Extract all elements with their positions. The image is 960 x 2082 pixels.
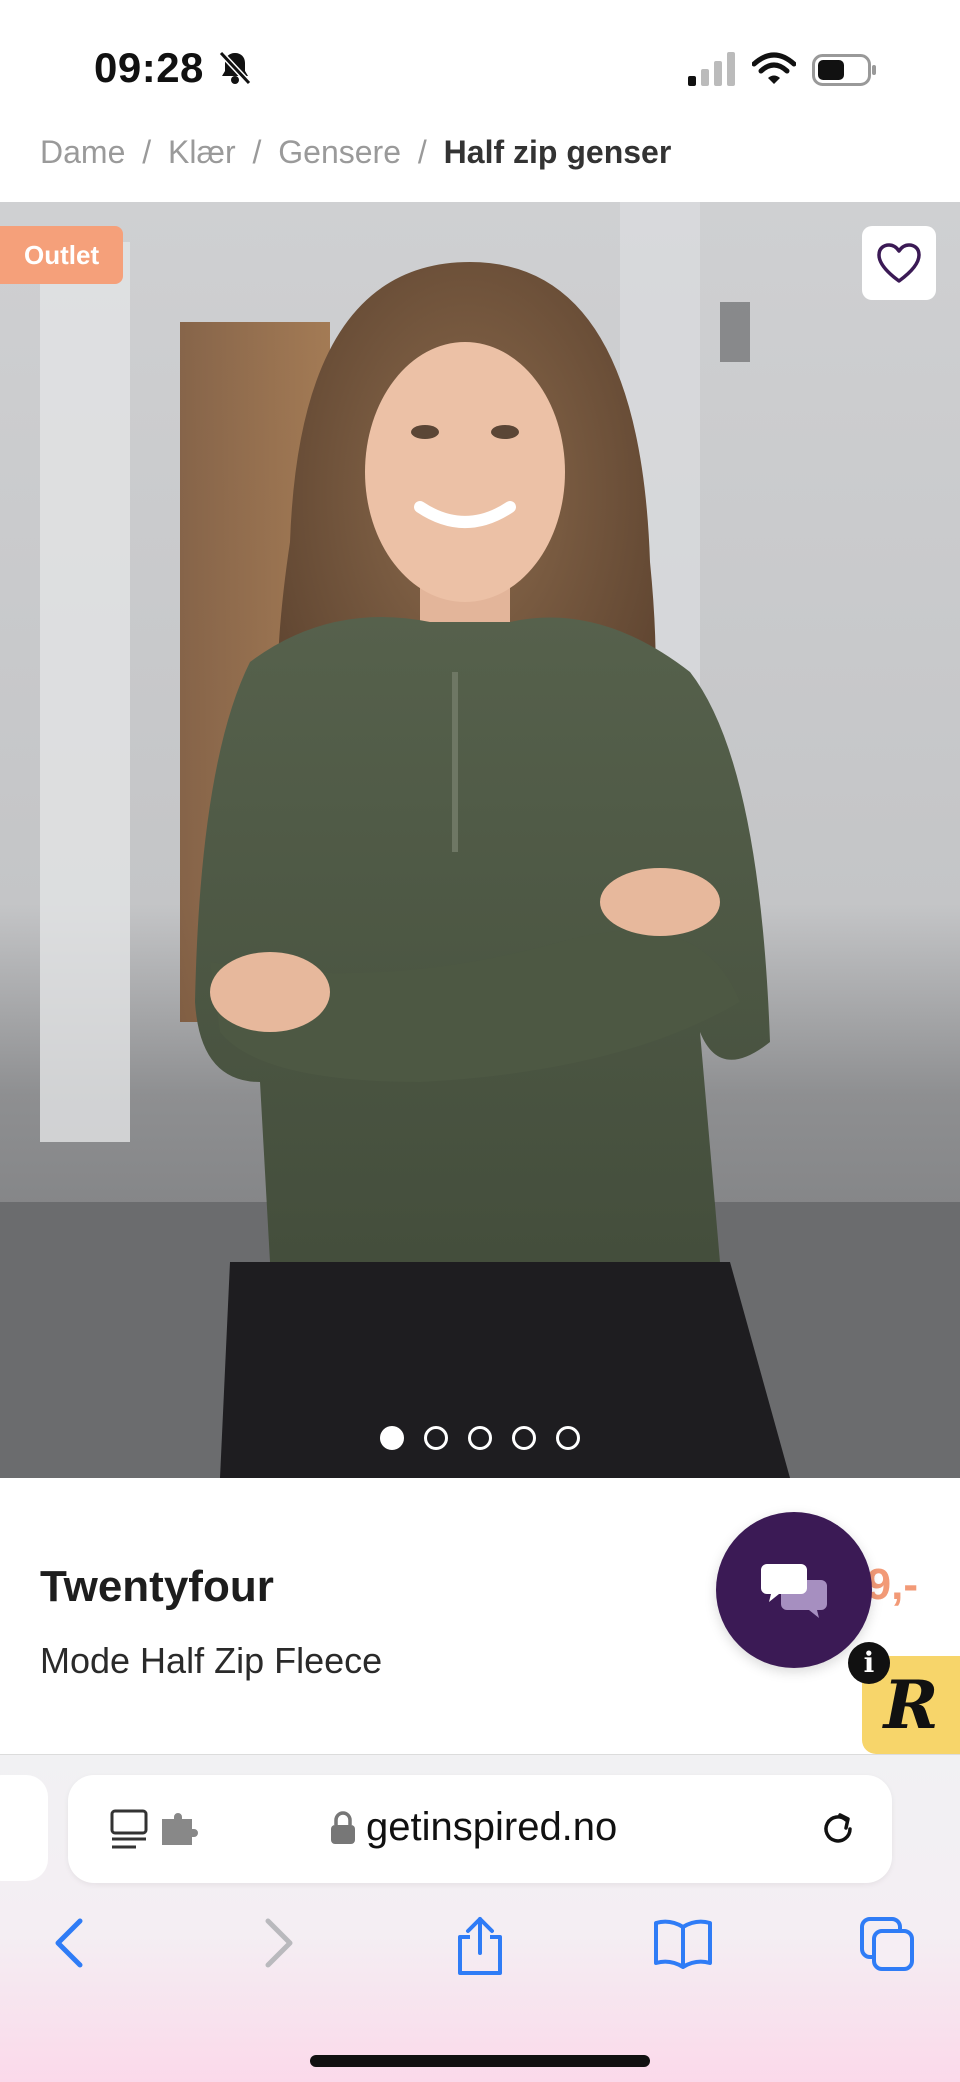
status-time: 09:28 (94, 44, 204, 91)
silent-bell-icon (218, 50, 252, 91)
product-info: Twentyfour Mode Half Zip Fleece 9,- i R (0, 1478, 960, 1754)
battery-icon (812, 54, 878, 91)
breadcrumb-separator: / (252, 134, 262, 170)
extension-icon[interactable] (160, 1813, 202, 1852)
back-icon[interactable] (50, 1915, 90, 1976)
home-indicator (310, 2055, 650, 2067)
cell-signal-icon (688, 52, 736, 91)
reload-icon[interactable] (818, 1809, 858, 1854)
outlet-badge: Outlet (0, 226, 124, 284)
share-icon[interactable] (454, 1915, 506, 1982)
tabs-icon[interactable] (858, 1915, 916, 1978)
product-photo (0, 202, 960, 1478)
address-bar[interactable]: getinspired.no (68, 1775, 892, 1883)
carousel-dot[interactable] (556, 1426, 580, 1450)
heart-icon (877, 243, 921, 283)
carousel-dot[interactable] (380, 1426, 404, 1450)
favorite-button[interactable] (862, 226, 936, 300)
info-icon[interactable]: i (848, 1642, 890, 1684)
breadcrumb-item-gensere[interactable]: Gensere (278, 134, 401, 170)
carousel-dot[interactable] (512, 1426, 536, 1450)
status-bar: 09:28 (0, 0, 960, 130)
breadcrumb-separator: / (417, 134, 427, 170)
breadcrumb-item-dame[interactable]: Dame (40, 134, 125, 170)
lock-icon (330, 1811, 356, 1850)
browser-toolbar (0, 1915, 960, 2005)
product-image-carousel[interactable]: Outlet (0, 202, 960, 1478)
browser-chrome: getinspired.no (0, 1754, 960, 2082)
chat-bubbles-icon (761, 1564, 827, 1618)
breadcrumb-separator: / (142, 134, 152, 170)
carousel-dot[interactable] (468, 1426, 492, 1450)
carousel-dots (0, 1426, 960, 1450)
product-price: 9,- (866, 1560, 918, 1609)
wifi-icon (751, 52, 797, 91)
chat-button[interactable] (716, 1512, 872, 1668)
product-brand[interactable]: Twentyfour (40, 1562, 274, 1612)
bookmarks-icon[interactable] (652, 1915, 714, 1976)
page-menu-icon[interactable] (110, 1809, 150, 1858)
carousel-dot[interactable] (424, 1426, 448, 1450)
breadcrumb-item-klaer[interactable]: Klær (168, 134, 236, 170)
breadcrumb: Dame / Klær / Gensere / Half zip genser (40, 134, 671, 171)
forward-icon[interactable] (258, 1915, 298, 1976)
previous-tab-peek[interactable] (0, 1775, 48, 1881)
product-name: Mode Half Zip Fleece (40, 1640, 383, 1681)
url-text[interactable]: getinspired.no (366, 1805, 617, 1850)
breadcrumb-current: Half zip genser (443, 134, 672, 170)
